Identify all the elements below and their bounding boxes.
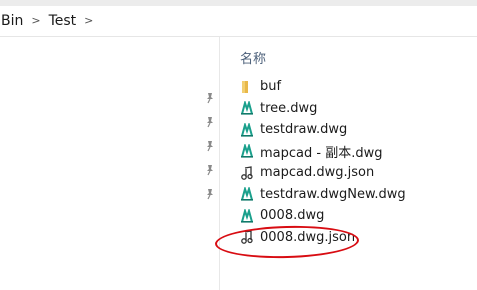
- file-name: testdraw.dwg: [260, 122, 348, 138]
- red-annotation-circle: [214, 224, 360, 260]
- list-item[interactable]: testdraw.dwg: [239, 119, 477, 141]
- list-item[interactable]: tree.dwg: [239, 98, 477, 120]
- file-name: mapcad.dwg.json: [260, 165, 375, 181]
- dwg-file-icon: [239, 122, 255, 138]
- breadcrumb-separator-icon[interactable]: >: [25, 14, 46, 27]
- file-name: tree.dwg: [260, 100, 318, 116]
- dwg-file-icon: [239, 100, 255, 116]
- pane-divider[interactable]: [219, 37, 220, 290]
- json-file-icon: [239, 165, 255, 181]
- list-item[interactable]: buf: [239, 76, 477, 98]
- breadcrumb-item-test[interactable]: Test: [47, 13, 79, 29]
- file-name: testdraw.dwgNew.dwg: [260, 186, 406, 202]
- breadcrumb: Bin > Test >: [0, 8, 477, 34]
- header-divider: [0, 36, 477, 37]
- file-list: buf tree.dwg testdraw.dwg mapcad - 副本.dw…: [239, 76, 477, 248]
- list-item[interactable]: testdraw.dwgNew.dwg: [239, 184, 477, 206]
- pin-icon[interactable]: [203, 86, 217, 110]
- breadcrumb-separator-icon[interactable]: >: [78, 14, 99, 27]
- breadcrumb-item-bin[interactable]: Bin: [0, 13, 25, 29]
- window-top-band: [0, 0, 477, 6]
- pin-icon[interactable]: [203, 158, 217, 182]
- list-item[interactable]: 0008.dwg: [239, 205, 477, 227]
- file-name: buf: [260, 79, 282, 95]
- dwg-file-icon: [239, 143, 255, 159]
- file-name: mapcad - 副本.dwg: [260, 145, 383, 161]
- dwg-file-icon: [239, 208, 255, 224]
- list-item[interactable]: mapcad.dwg.json: [239, 162, 477, 184]
- quick-access-pins: [203, 86, 217, 206]
- name-column-header[interactable]: 名称: [240, 48, 266, 67]
- pin-icon[interactable]: [203, 110, 217, 134]
- dwg-file-icon: [239, 186, 255, 202]
- pin-icon[interactable]: [203, 134, 217, 158]
- file-name: 0008.dwg: [260, 208, 325, 224]
- folder-icon: [239, 79, 255, 95]
- list-item[interactable]: mapcad - 副本.dwg: [239, 141, 477, 163]
- pin-icon[interactable]: [203, 182, 217, 206]
